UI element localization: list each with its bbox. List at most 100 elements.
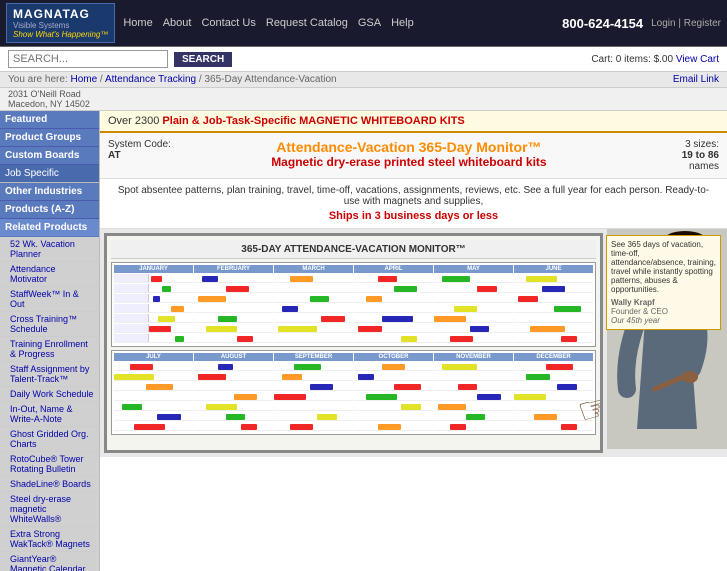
whiteboard-image: 365-DAY ATTENDANCE-VACATION MONITOR™ JAN… bbox=[104, 233, 603, 453]
row-bars bbox=[149, 304, 193, 312]
month-col-jul: JULY bbox=[114, 353, 193, 432]
month-col-mar: MARCH bbox=[274, 265, 353, 344]
promo-founder-title: Founder & CEO bbox=[611, 307, 668, 316]
search-button[interactable]: SEARCH bbox=[174, 52, 232, 67]
month-header-jan: JANUARY bbox=[114, 265, 193, 273]
sidebar-sub-attendance-motivator[interactable]: Attendance Motivator bbox=[0, 262, 99, 287]
sidebar-sub-ghost-gridded[interactable]: Ghost Gridded Org. Charts bbox=[0, 427, 99, 452]
sidebar-sub-steel-dryerase[interactable]: Steel dry-erase magnetic WhiteWalls® bbox=[0, 492, 99, 527]
breadcrumb-links: You are here: Home / Attendance Tracking… bbox=[8, 74, 337, 85]
product-name: Attendance-Vacation 365-Day Monitor™ bbox=[179, 139, 639, 155]
sidebar-item-other-industries[interactable]: Other Industries bbox=[0, 183, 99, 201]
cart-label: Cart: bbox=[591, 54, 613, 65]
month-cols-bottom: JULY AUGUST bbox=[114, 353, 593, 432]
product-title: Attendance-Vacation 365-Day Monitor™ Mag… bbox=[179, 139, 639, 172]
nav-about[interactable]: About bbox=[163, 17, 192, 29]
content-area: Over 2300 Plain & Job-Task-Specific MAGN… bbox=[100, 111, 727, 571]
breadcrumb-label: You are here: bbox=[8, 74, 68, 85]
month-col-nov: NOVEMBER bbox=[434, 353, 513, 432]
table-row bbox=[114, 314, 193, 323]
sidebar-sub-daily-work[interactable]: Daily Work Schedule bbox=[0, 387, 99, 402]
month-header-feb: FEBRUARY bbox=[194, 265, 273, 273]
nav-catalog[interactable]: Request Catalog bbox=[266, 17, 348, 29]
product-subtitle: Magnetic dry-erase printed steel whitebo… bbox=[179, 155, 639, 169]
row-bars bbox=[149, 314, 193, 322]
month-header-aug: AUGUST bbox=[194, 353, 273, 361]
table-row bbox=[114, 274, 193, 283]
table-row bbox=[114, 294, 193, 303]
address: 2031 O'Neill Road Macedon, NY 14502 bbox=[0, 88, 727, 111]
sidebar-item-product-groups[interactable]: Product Groups bbox=[0, 129, 99, 147]
sidebar-item-custom-boards[interactable]: Custom Boards bbox=[0, 147, 99, 165]
month-header-apr: APRIL bbox=[354, 265, 433, 273]
sizes-range: 19 to 86 bbox=[682, 150, 719, 161]
search-input[interactable] bbox=[8, 50, 168, 68]
month-col-may: MAY bbox=[434, 265, 513, 344]
breadcrumb-home[interactable]: Home bbox=[70, 74, 97, 85]
table-row bbox=[114, 284, 193, 293]
breadcrumb-attendance[interactable]: Attendance Tracking bbox=[105, 74, 196, 85]
promo-box: See 365 days of vacation, time-off, atte… bbox=[606, 235, 721, 330]
sidebar-sub-rotocube[interactable]: RotoCube® Tower Rotating Bulletin bbox=[0, 452, 99, 477]
address-line1: 2031 O'Neill Road bbox=[8, 89, 81, 99]
nav-help[interactable]: Help bbox=[391, 17, 414, 29]
header: MAGNATAG Visible Systems Show What's Hap… bbox=[0, 0, 727, 47]
month-header-may: MAY bbox=[434, 265, 513, 273]
sidebar-sub-staffweek[interactable]: StaffWeek™ In & Out bbox=[0, 287, 99, 312]
month-col-oct: OCTOBER bbox=[354, 353, 433, 432]
sidebar-sub-training-enrollment[interactable]: Training Enrollment & Progress bbox=[0, 337, 99, 362]
register-link[interactable]: Register bbox=[684, 18, 721, 29]
promo-text: See 365 days of vacation, time-off, atte… bbox=[611, 240, 716, 294]
sidebar-sub-waktack[interactable]: Extra Strong WakTack® Magnets bbox=[0, 527, 99, 552]
logo-text: MAGNATAG bbox=[13, 7, 108, 21]
sidebar-sub-giantyear[interactable]: GiantYear® Magnetic Calendar Planner bbox=[0, 552, 99, 571]
banner: Over 2300 Plain & Job-Task-Specific MAGN… bbox=[100, 111, 727, 133]
banner-highlight: Plain & Job-Task-Specific MAGNETIC WHITE… bbox=[162, 115, 464, 127]
sidebar-sub-52wk[interactable]: 52 Wk. Vacation Planner bbox=[0, 237, 99, 262]
table-row bbox=[114, 324, 193, 333]
email-link[interactable]: Email Link bbox=[673, 74, 719, 85]
sidebar-menu: Featured Product Groups Custom Boards Jo… bbox=[0, 111, 99, 571]
system-code-value: AT bbox=[108, 150, 121, 161]
month-col-sep: SEPTEMBER bbox=[274, 353, 353, 432]
promo-founder-note: Our 45th year bbox=[611, 316, 660, 325]
cart-info: Cart: 0 items: $.00 View Cart bbox=[591, 54, 719, 65]
logo[interactable]: MAGNATAG Visible Systems Show What's Hap… bbox=[6, 3, 115, 43]
row-bars bbox=[149, 284, 193, 292]
month-col-jan: JANUARY bbox=[114, 265, 193, 344]
whiteboard-area: See 365 days of vacation, time-off, atte… bbox=[100, 229, 727, 457]
sidebar-item-featured[interactable]: Featured bbox=[0, 111, 99, 129]
sidebar: Featured Product Groups Custom Boards Jo… bbox=[0, 111, 100, 571]
month-col-apr: APRIL bbox=[354, 265, 433, 344]
view-cart-link[interactable]: View Cart bbox=[676, 54, 719, 65]
whiteboard-title: 365-DAY ATTENDANCE-VACATION MONITOR™ bbox=[111, 240, 596, 259]
nav-contact[interactable]: Contact Us bbox=[201, 17, 255, 29]
product-desc-text: Spot absentee patterns, plan training, t… bbox=[118, 185, 709, 207]
sidebar-item-job-specific[interactable]: Job Specific bbox=[0, 165, 99, 183]
address-line2: Macedon, NY 14502 bbox=[8, 99, 90, 109]
nav-home[interactable]: Home bbox=[123, 17, 152, 29]
sidebar-related-products: Related Products bbox=[0, 219, 99, 237]
sidebar-item-products-az[interactable]: Products (A-Z) bbox=[0, 201, 99, 219]
system-code-label: System Code: bbox=[108, 139, 171, 150]
ships-info: Ships in 3 business days or less bbox=[110, 210, 717, 222]
month-header-mar: MARCH bbox=[274, 265, 353, 273]
month-header-nov: NOVEMBER bbox=[434, 353, 513, 361]
logo-tagline: Show What's Happening™ bbox=[13, 30, 108, 39]
month-header-sep: SEPTEMBER bbox=[274, 353, 353, 361]
promo-founder: Wally Krapf bbox=[611, 298, 655, 307]
nav-gsa[interactable]: GSA bbox=[358, 17, 381, 29]
row-label bbox=[114, 304, 149, 312]
cart-items: 0 items: $.00 bbox=[616, 54, 673, 65]
product-header: System Code: AT Attendance-Vacation 365-… bbox=[100, 133, 727, 179]
phone-number: 800-624-4154 bbox=[562, 16, 643, 31]
login-link[interactable]: Login bbox=[651, 18, 675, 29]
sidebar-sub-shadeline[interactable]: ShadeLine® Boards bbox=[0, 477, 99, 492]
sidebar-sub-cross-training[interactable]: Cross Training™ Schedule bbox=[0, 312, 99, 337]
row-label bbox=[114, 334, 149, 342]
row-label bbox=[114, 324, 149, 332]
sidebar-sub-in-out[interactable]: In-Out, Name & Write-A-Note bbox=[0, 402, 99, 427]
month-header-jul: JULY bbox=[114, 353, 193, 361]
row-label bbox=[114, 284, 149, 292]
sidebar-sub-staff-assignment[interactable]: Staff Assignment by Talent-Track™ bbox=[0, 362, 99, 387]
